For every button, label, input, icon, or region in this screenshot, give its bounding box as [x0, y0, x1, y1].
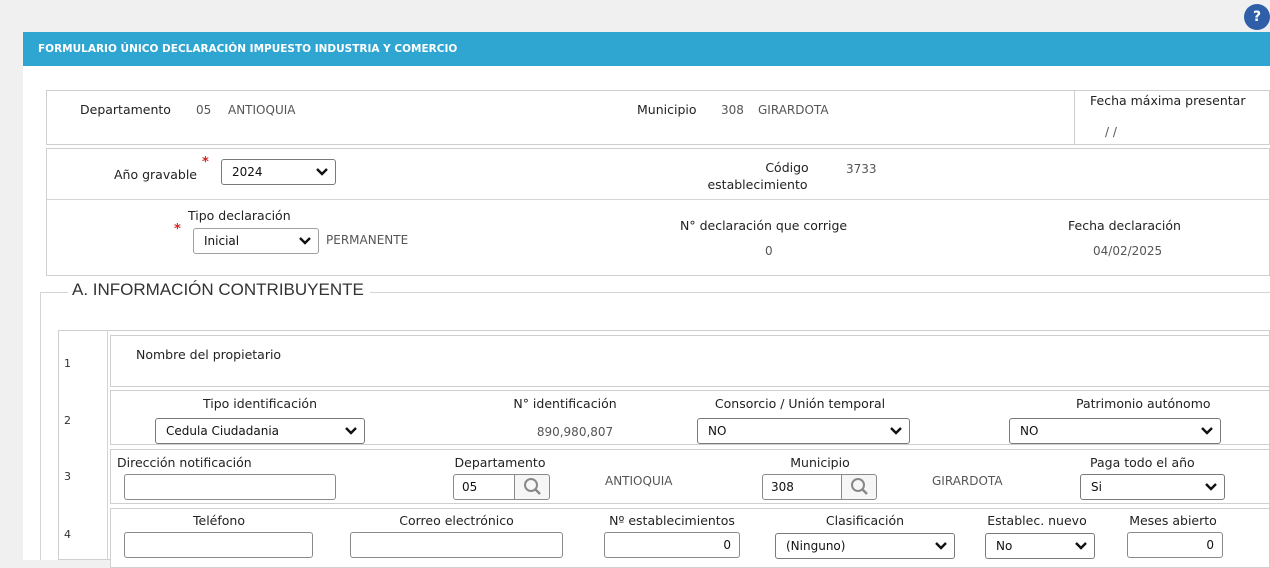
- tipo-declaracion-select[interactable]: Inicial: [193, 228, 319, 254]
- row1-box: [110, 335, 1270, 387]
- clasif-label: Clasificación: [825, 513, 905, 528]
- section-a-legend: A. INFORMACIÓN CONTRIBUYENTE: [68, 280, 368, 300]
- nest-input[interactable]: 0: [604, 532, 740, 558]
- question-icon[interactable]: ?: [1244, 4, 1270, 30]
- codigo-label-1: Código: [765, 160, 809, 175]
- telefono-label: Teléfono: [193, 513, 245, 528]
- fieldset-border-left: [40, 292, 41, 560]
- search-icon: [851, 478, 868, 495]
- nuevo-select[interactable]: No: [985, 533, 1095, 559]
- consorcio-value: NO: [708, 424, 727, 438]
- municipio-label: Municipio: [637, 102, 697, 117]
- nuevo-label: Establec. nuevo: [987, 513, 1087, 528]
- chevron-down-icon: [345, 427, 357, 435]
- num-id-value: 890,980,807: [536, 425, 614, 439]
- anio-label: Año gravable: [114, 167, 197, 182]
- direccion-input[interactable]: [124, 474, 336, 500]
- consorcio-select[interactable]: NO: [697, 418, 910, 444]
- tipo-id-label: Tipo identificación: [203, 396, 317, 411]
- depto-code-input[interactable]: 05: [453, 474, 515, 500]
- patrimonio-select[interactable]: NO: [1009, 418, 1221, 444]
- search-icon: [524, 478, 541, 495]
- tipo-id-value: Cedula Ciudadania: [166, 424, 280, 438]
- num-id-label: N° identificación: [513, 396, 617, 411]
- departamento-name: ANTIOQUIA: [228, 103, 296, 117]
- row-number-4: 4: [64, 528, 71, 541]
- meses-input[interactable]: 0: [1127, 532, 1223, 558]
- tipo-required-mark: *: [174, 222, 181, 237]
- form-title: FORMULARIO ÚNICO DECLARACIÓN IMPUESTO IN…: [38, 43, 458, 55]
- periodo-divider: [47, 199, 1270, 200]
- fecha-max-value: / /: [1105, 125, 1117, 139]
- anio-required-mark: *: [202, 155, 209, 170]
- propietario-label: Nombre del propietario: [136, 347, 282, 362]
- telefono-input[interactable]: [124, 532, 313, 558]
- corrige-label: N° declaración que corrige: [680, 218, 848, 233]
- fecha-max-label: Fecha máxima presentar: [1090, 93, 1246, 108]
- muni-label: Municipio: [790, 455, 850, 470]
- municipio-name: GIRARDOTA: [758, 103, 829, 117]
- fecha-declaracion-label: Fecha declaración: [1068, 218, 1181, 233]
- fecha-declaracion-value: 04/02/2025: [1093, 244, 1163, 258]
- paga-select[interactable]: Si: [1080, 474, 1225, 500]
- chevron-down-icon: [299, 237, 311, 245]
- chevron-down-icon: [935, 542, 947, 550]
- fieldset-border-top-right: [370, 292, 1270, 293]
- row-number-2: 2: [64, 414, 71, 427]
- tipo-declaracion-label: Tipo declaración: [188, 208, 291, 223]
- muni-name: GIRARDOTA: [932, 474, 1003, 488]
- paga-label: Paga todo el año: [1090, 455, 1195, 470]
- fieldset-border-top-left: [40, 292, 70, 293]
- patrimonio-value: NO: [1020, 424, 1039, 438]
- meses-label: Meses abierto: [1129, 513, 1217, 528]
- correo-label: Correo electrónico: [399, 513, 514, 528]
- row-number-1: 1: [64, 357, 71, 370]
- depto-name: ANTIOQUIA: [605, 474, 673, 488]
- municipio-code: 308: [721, 103, 744, 117]
- form-title-bar: FORMULARIO ÚNICO DECLARACIÓN IMPUESTO IN…: [23, 32, 1270, 66]
- depto-search-button[interactable]: [514, 474, 550, 500]
- paga-value: Si: [1091, 480, 1102, 494]
- chevron-down-icon: [1075, 542, 1087, 550]
- muni-search-button[interactable]: [841, 474, 877, 500]
- nest-label: Nº establecimientos: [609, 513, 735, 528]
- muni-code-input[interactable]: 308: [762, 474, 842, 500]
- chevron-down-icon: [316, 168, 328, 176]
- direccion-label: Dirección notificación: [117, 455, 252, 470]
- anio-value: 2024: [232, 165, 263, 179]
- tipo-id-select[interactable]: Cedula Ciudadania: [155, 418, 365, 444]
- departamento-code: 05: [196, 103, 212, 117]
- departamento-label: Departamento: [80, 102, 171, 117]
- consorcio-label: Consorcio / Unión temporal: [714, 396, 886, 411]
- patrimonio-label: Patrimonio autónomo: [1076, 396, 1211, 411]
- corrige-value: 0: [765, 244, 773, 258]
- row-number-3: 3: [64, 470, 71, 483]
- depto-label: Departamento: [454, 455, 546, 470]
- anio-select[interactable]: 2024: [221, 159, 336, 185]
- codigo-value: 3733: [846, 162, 877, 176]
- tipo-declaracion-extra: PERMANENTE: [326, 233, 409, 247]
- clasif-select[interactable]: (Ninguno): [775, 533, 955, 559]
- codigo-label-2: establecimiento: [707, 177, 808, 192]
- correo-input[interactable]: [350, 532, 563, 558]
- chevron-down-icon: [1201, 427, 1213, 435]
- clasif-value: (Ninguno): [786, 539, 846, 553]
- tipo-declaracion-value: Inicial: [204, 234, 240, 248]
- chevron-down-icon: [890, 427, 902, 435]
- chevron-down-icon: [1205, 483, 1217, 491]
- rownum-column-divider: [107, 331, 108, 560]
- nuevo-value: No: [996, 539, 1013, 553]
